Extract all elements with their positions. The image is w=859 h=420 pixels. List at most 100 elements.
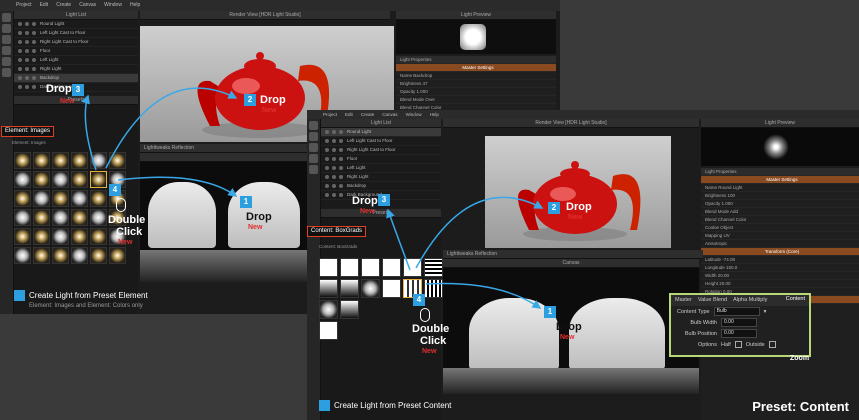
preset-thumbnail[interactable] [33, 190, 50, 207]
preset-thumbnail[interactable] [14, 152, 31, 169]
menu-window[interactable]: Window [104, 0, 122, 11]
prop-row[interactable]: Name Backdrop [396, 72, 556, 80]
menu-help[interactable]: Help [130, 0, 140, 11]
preset-thumbnail[interactable] [33, 209, 50, 226]
preset-thumbnail[interactable] [71, 209, 88, 226]
preset-thumbnail[interactable] [340, 300, 359, 319]
preset-thumbnail[interactable] [382, 258, 401, 277]
menu-canvas[interactable]: Canvas [382, 110, 397, 119]
prop-row[interactable]: Name Round Light [701, 184, 859, 192]
list-item[interactable]: Right Light [321, 173, 441, 182]
outside-checkbox[interactable] [768, 341, 776, 348]
preset-thumbnail[interactable] [33, 228, 50, 245]
preset-thumbnail-selected[interactable] [90, 171, 107, 188]
preset-thumbnail[interactable] [424, 279, 443, 298]
list-item[interactable]: Floor [321, 155, 441, 164]
tool-icon[interactable] [309, 132, 318, 141]
list-item[interactable]: Round Light [321, 128, 441, 137]
preset-thumbnail[interactable] [71, 152, 88, 169]
list-item[interactable]: Left Light Cast to Floor [321, 137, 441, 146]
tab-master[interactable]: Master [675, 296, 692, 305]
preset-thumbnail[interactable] [33, 247, 50, 264]
prop-row[interactable]: Opacity 1.000 [396, 88, 556, 96]
preset-thumbnail[interactable] [340, 279, 359, 298]
menu-window[interactable]: Window [406, 110, 422, 119]
preset-thumbnail[interactable] [319, 258, 338, 277]
preset-thumbnail[interactable] [52, 152, 69, 169]
preset-thumbnail[interactable] [14, 228, 31, 245]
preset-thumbnail[interactable] [33, 171, 50, 188]
lighttweaks-tab[interactable]: Lighttweaks Reflection [443, 250, 703, 259]
preset-thumbnail[interactable] [403, 258, 422, 277]
tool-icon[interactable] [309, 165, 318, 174]
prop-row[interactable]: Brightness 47 [396, 80, 556, 88]
list-item[interactable]: Right Light Cast to Floor [14, 38, 138, 47]
preset-thumbnail[interactable] [90, 228, 107, 245]
tab-light-properties[interactable]: Light Properties [701, 168, 859, 176]
bulb-width-field[interactable]: 0.00 [721, 318, 757, 327]
preset-thumbnail[interactable] [52, 190, 69, 207]
tool-icon[interactable] [2, 68, 11, 77]
menu-edit[interactable]: Edit [345, 110, 353, 119]
preset-thumbnail[interactable] [109, 152, 126, 169]
tool-icon[interactable] [2, 13, 11, 22]
list-item[interactable]: Floor [14, 47, 138, 56]
menu-create[interactable]: Create [361, 110, 375, 119]
prop-row[interactable]: Anisotropic [701, 240, 859, 248]
content-type-select[interactable]: Bulb [713, 307, 760, 316]
tab-light-properties[interactable]: Light Properties [396, 56, 556, 64]
preset-thumbnail[interactable] [52, 171, 69, 188]
preset-thumbnail[interactable] [361, 258, 380, 277]
menu-help[interactable]: Help [430, 110, 439, 119]
preset-thumbnail[interactable] [90, 152, 107, 169]
tool-icon[interactable] [309, 154, 318, 163]
prop-row[interactable]: Height 20.00 [701, 280, 859, 288]
bulb-position-field[interactable]: 0.00 [721, 329, 757, 338]
tool-icon[interactable] [309, 121, 318, 130]
prop-row[interactable]: Blend Channel Color [701, 216, 859, 224]
tool-icon[interactable] [2, 35, 11, 44]
prop-row[interactable]: Latitude -74.08 [701, 256, 859, 264]
tool-icon[interactable] [309, 143, 318, 152]
list-item[interactable]: Right Light [14, 65, 138, 74]
tab-alpha-multiply[interactable]: Alpha Multiply [733, 296, 767, 305]
preset-thumbnail[interactable] [52, 247, 69, 264]
list-item[interactable]: Left Light Cast to Floor [14, 29, 138, 38]
tool-icon[interactable] [2, 24, 11, 33]
preset-thumbnail[interactable] [52, 228, 69, 245]
preset-thumbnail[interactable] [319, 279, 338, 298]
element-dropdown[interactable]: Element: Images [12, 140, 46, 145]
prop-row[interactable]: Cookie Object [701, 224, 859, 232]
preset-thumbnail[interactable] [52, 209, 69, 226]
menu-canvas[interactable]: Canvas [79, 0, 96, 11]
menu-create[interactable]: Create [56, 0, 71, 11]
prop-row[interactable]: Blend Mode Over [396, 96, 556, 104]
prop-row[interactable]: Longitude 150.0 [701, 264, 859, 272]
prop-row[interactable]: Opacity 1.000 [701, 200, 859, 208]
preset-thumbnail[interactable] [361, 279, 380, 298]
preset-thumbnail[interactable] [14, 190, 31, 207]
prop-row[interactable]: Width 20.00 [701, 272, 859, 280]
tool-icon[interactable] [2, 57, 11, 66]
menu-project[interactable]: Project [16, 0, 32, 11]
preset-thumbnail[interactable] [90, 190, 107, 207]
preset-thumbnail[interactable] [90, 247, 107, 264]
preset-thumbnail[interactable] [14, 209, 31, 226]
tool-icon[interactable] [2, 46, 11, 55]
preset-thumbnail[interactable] [71, 190, 88, 207]
preset-thumbnail[interactable] [14, 247, 31, 264]
prop-row[interactable]: Brightness 100 [701, 192, 859, 200]
tab-value-blend[interactable]: Value Blend [698, 296, 727, 305]
prop-row[interactable]: Mapping UV [701, 232, 859, 240]
preset-thumbnail[interactable] [319, 321, 338, 340]
half-checkbox[interactable] [734, 341, 742, 348]
back-canvas[interactable] [140, 162, 310, 282]
list-item[interactable]: Right Light Cast to Floor [321, 146, 441, 155]
list-item[interactable]: Round Light [14, 20, 138, 29]
list-item[interactable]: Backdrop [321, 182, 441, 191]
menu-project[interactable]: Project [323, 110, 337, 119]
preset-thumbnail[interactable] [109, 247, 126, 264]
menu-edit[interactable]: Edit [40, 0, 49, 11]
list-item[interactable]: Left Light [14, 56, 138, 65]
preset-thumbnail[interactable] [90, 209, 107, 226]
